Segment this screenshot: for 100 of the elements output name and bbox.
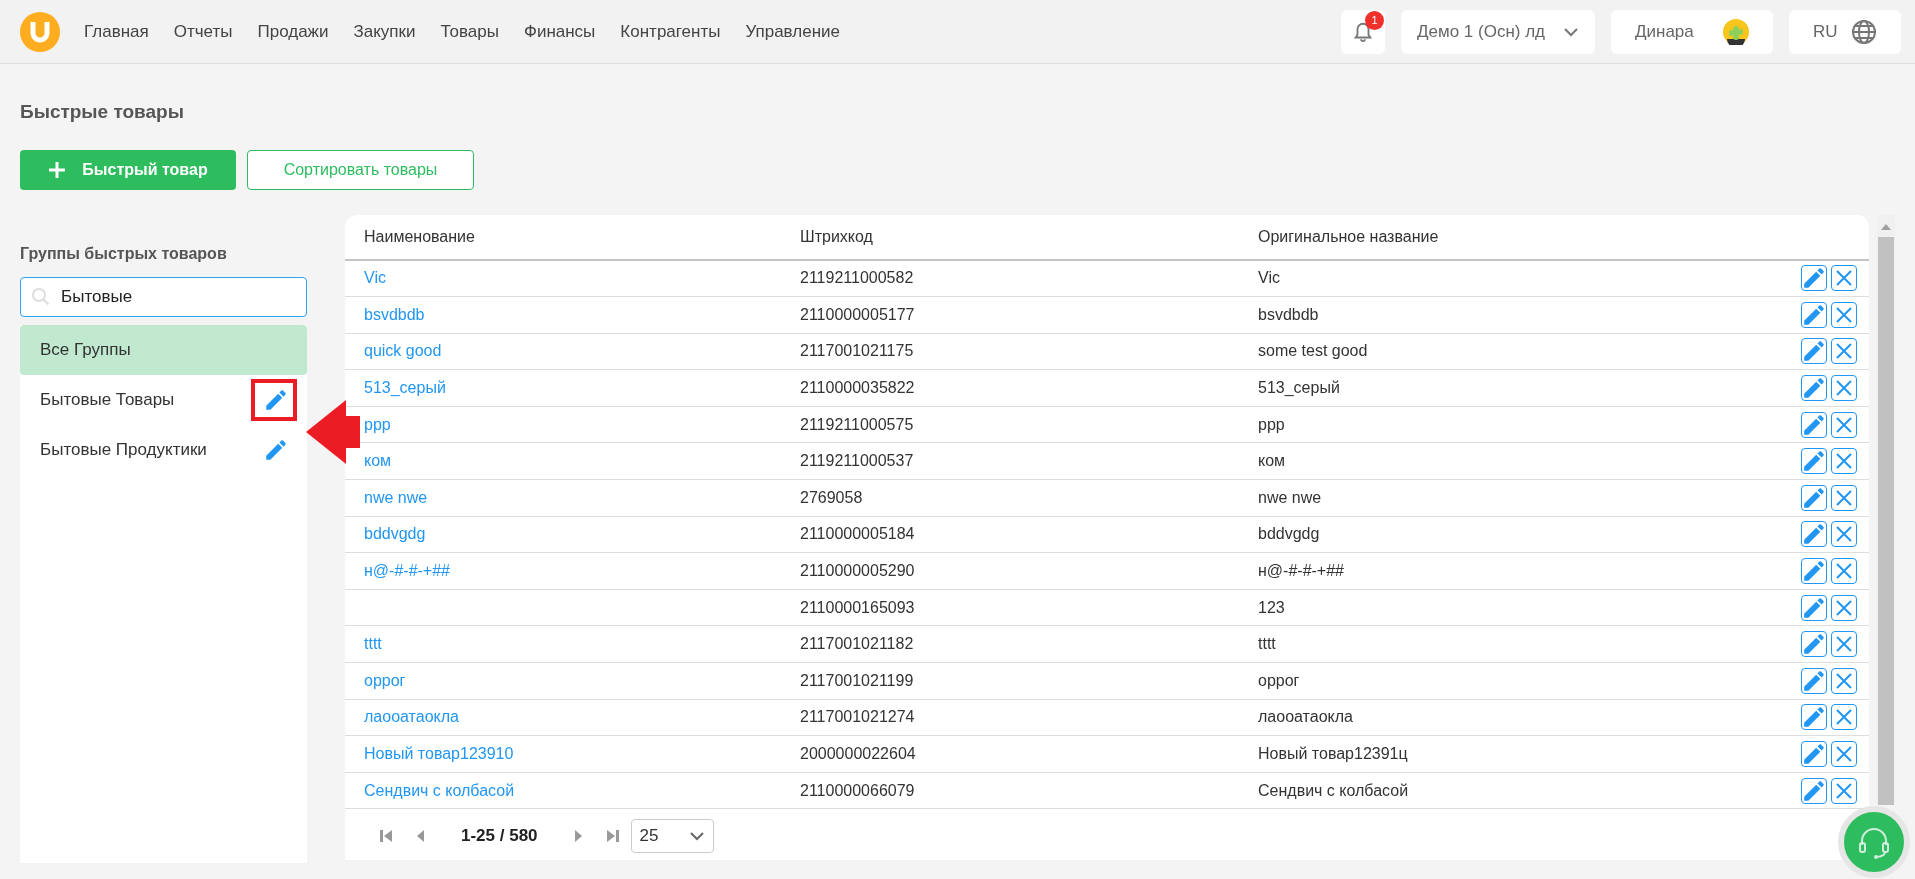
product-link[interactable]: Сендвич с колбасой bbox=[364, 781, 515, 799]
page-range: 1-25 / 580 bbox=[461, 825, 538, 848]
page-size-select[interactable]: 25 bbox=[630, 818, 714, 853]
column-header: Наименование bbox=[364, 227, 475, 245]
user-button[interactable]: Динара bbox=[1611, 9, 1773, 54]
barcode-cell: 2110000005177 bbox=[800, 305, 915, 323]
plus-icon bbox=[48, 160, 67, 179]
delete-button[interactable] bbox=[1831, 558, 1858, 585]
product-link[interactable]: ppp bbox=[364, 415, 391, 433]
group-item[interactable]: Бытовые Товары bbox=[20, 374, 307, 425]
barcode-cell: 2769058 bbox=[800, 488, 863, 506]
original-name-cell-text: ppp bbox=[1258, 414, 1285, 435]
nav-link[interactable]: Товары bbox=[440, 18, 499, 45]
column-header: Штрихкод bbox=[800, 227, 873, 245]
nav-link[interactable]: Контрагенты bbox=[620, 18, 721, 45]
chevron-icon bbox=[688, 830, 705, 841]
edit-button[interactable] bbox=[1801, 741, 1828, 767]
delete-button[interactable] bbox=[1831, 375, 1858, 402]
search-icon bbox=[31, 286, 51, 307]
product-link[interactable]: Vic bbox=[364, 269, 386, 287]
product-link[interactable]: оррог bbox=[364, 671, 406, 689]
original-name-cell-text: tttt bbox=[1258, 634, 1276, 655]
delete-button[interactable] bbox=[1831, 521, 1858, 548]
edit-button[interactable] bbox=[1801, 411, 1828, 438]
edit-button[interactable] bbox=[1801, 631, 1828, 658]
delete-button[interactable] bbox=[1831, 301, 1858, 328]
nav-link[interactable]: Закупки bbox=[353, 18, 416, 45]
nav-link[interactable]: Главная bbox=[84, 18, 149, 45]
scrollbar[interactable] bbox=[1877, 214, 1895, 805]
edit-button[interactable] bbox=[1801, 301, 1828, 328]
delete-button[interactable] bbox=[1831, 411, 1858, 438]
delete-button[interactable] bbox=[1831, 777, 1858, 804]
logo-icon[interactable] bbox=[20, 11, 60, 52]
edit-button[interactable] bbox=[1801, 667, 1828, 694]
original-name-cell-text: н@-#-#-+## bbox=[1258, 561, 1344, 582]
nav-link[interactable]: Продажи bbox=[257, 18, 329, 45]
groups-title: Группы быстрых товаров bbox=[20, 243, 228, 264]
edit-button[interactable] bbox=[1801, 265, 1828, 292]
first-page-icon[interactable] bbox=[380, 829, 394, 842]
original-name-cell-text: Новый товар12391ц bbox=[1258, 744, 1408, 764]
edit-button[interactable] bbox=[1801, 594, 1828, 621]
edit-button[interactable] bbox=[1801, 704, 1828, 731]
barcode-cell: 2110000066079 bbox=[800, 781, 915, 799]
barcode-cell: 2119211000582 bbox=[800, 269, 914, 287]
notification-button[interactable]: 1 bbox=[1341, 9, 1385, 54]
product-link[interactable]: bddvgdg bbox=[364, 525, 426, 543]
delete-button[interactable] bbox=[1831, 631, 1858, 658]
edit-button[interactable] bbox=[1801, 448, 1828, 475]
barcode-cell: 2119211000575 bbox=[800, 415, 914, 433]
edit-button[interactable] bbox=[1801, 484, 1828, 511]
notification-badge: 1 bbox=[1365, 10, 1384, 30]
nav-link[interactable]: Финансы bbox=[523, 18, 596, 45]
product-link[interactable]: bsvdbdb bbox=[364, 305, 425, 323]
cactus-avatar-icon bbox=[1723, 18, 1749, 45]
chevron-icon bbox=[1563, 26, 1579, 37]
product-link[interactable]: nwe nwe bbox=[364, 488, 428, 506]
barcode-cell: 2110000165093 bbox=[800, 598, 915, 616]
barcode-cell: 2119211000537 bbox=[800, 452, 914, 470]
barcode-cell: 2117001021182 bbox=[800, 635, 914, 653]
original-name-cell-text: 123 bbox=[1258, 597, 1285, 618]
language-button[interactable]: RU bbox=[1789, 9, 1901, 54]
nav-link[interactable]: Управление bbox=[745, 18, 840, 45]
product-link[interactable]: tttt bbox=[364, 635, 382, 653]
product-link[interactable]: ком bbox=[364, 452, 392, 470]
previous-page-icon[interactable] bbox=[416, 829, 425, 842]
barcode-cell: 2117001021199 bbox=[800, 671, 914, 689]
edit-button[interactable] bbox=[1801, 558, 1828, 585]
original-name-cell-text: Vic bbox=[1258, 268, 1280, 289]
nav-link[interactable]: Отчеты bbox=[173, 18, 233, 45]
product-link[interactable]: 513_серый bbox=[364, 379, 446, 397]
product-link[interactable]: н@-#-#-+## bbox=[364, 562, 450, 580]
product-link[interactable]: quick good bbox=[364, 342, 442, 360]
search-field[interactable]: Бытовые bbox=[20, 276, 307, 317]
pointer-arrow bbox=[306, 398, 360, 466]
next-page-icon[interactable] bbox=[573, 829, 583, 842]
delete-button[interactable] bbox=[1831, 594, 1858, 621]
delete-button[interactable] bbox=[1831, 448, 1858, 475]
delete-button[interactable] bbox=[1831, 265, 1858, 292]
scroll-up-icon[interactable] bbox=[1881, 222, 1891, 231]
edit-button[interactable] bbox=[1801, 338, 1828, 365]
edit-button[interactable] bbox=[1801, 521, 1828, 548]
company-select[interactable]: Демо 1 (Осн) лд bbox=[1401, 9, 1595, 54]
original-name-cell-text: some test good bbox=[1258, 341, 1368, 362]
product-link[interactable]: Новый товар123910 bbox=[364, 745, 514, 762]
group-item[interactable]: Бытовые Продуктики bbox=[20, 424, 307, 475]
product-link[interactable]: лаооатаокла bbox=[364, 708, 459, 726]
original-name-cell-text: лаооатаокла bbox=[1258, 707, 1353, 728]
edit-button[interactable] bbox=[1801, 777, 1828, 804]
group-item[interactable]: Все Группы bbox=[20, 324, 307, 375]
delete-button[interactable] bbox=[1831, 704, 1858, 731]
delete-button[interactable] bbox=[1831, 338, 1858, 365]
edit-button[interactable] bbox=[1801, 375, 1828, 402]
last-page-icon[interactable] bbox=[604, 829, 619, 842]
delete-button[interactable] bbox=[1831, 741, 1858, 767]
original-name-cell-text: nwe nwe bbox=[1258, 487, 1322, 508]
headset-icon bbox=[1857, 825, 1891, 859]
original-name-cell-text: ком bbox=[1258, 451, 1286, 472]
delete-button[interactable] bbox=[1831, 667, 1858, 694]
delete-button[interactable] bbox=[1831, 484, 1858, 511]
barcode-cell: 2110000005184 bbox=[800, 525, 915, 543]
